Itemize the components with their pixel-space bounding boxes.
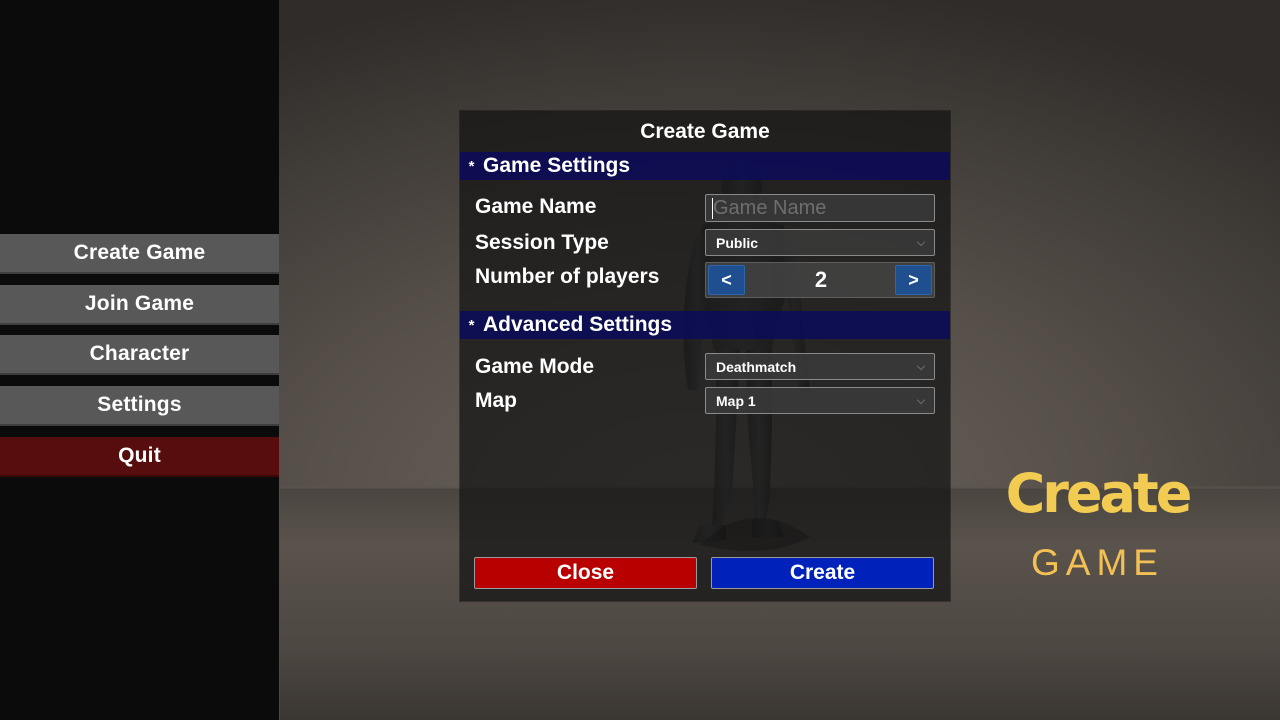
players-increment-button[interactable]: >: [895, 265, 932, 295]
game-mode-label: Game Mode: [475, 355, 595, 378]
players-value: 2: [814, 267, 828, 292]
menu-quit-button[interactable]: Quit: [0, 436, 279, 477]
game-settings-header[interactable]: * Game Settings: [460, 152, 950, 180]
game-settings-label: Game Settings: [483, 154, 631, 177]
session-type-select[interactable]: Public: [705, 229, 935, 256]
session-type-label: Session Type: [475, 231, 609, 254]
menu-join-game-button[interactable]: Join Game: [0, 284, 279, 325]
advanced-settings-header[interactable]: * Advanced Settings: [460, 311, 950, 339]
chevron-down-icon: [916, 361, 926, 371]
menu-settings-button[interactable]: Settings: [0, 386, 279, 427]
create-game-dialog: Create Game * Game Settings Game Name Se…: [460, 111, 950, 601]
brand-title: Create: [1005, 462, 1193, 525]
dialog-title: Create Game: [640, 120, 770, 143]
text-caret: [712, 198, 713, 219]
players-stepper: < 2 >: [705, 262, 935, 298]
game-mode-value: Deathmatch: [716, 358, 797, 375]
menu-create-game-button[interactable]: Create Game: [0, 234, 279, 274]
game-name-input[interactable]: [705, 194, 935, 222]
players-label: Number of players: [475, 265, 660, 288]
close-button[interactable]: Close: [474, 557, 697, 589]
players-decrement-button[interactable]: <: [708, 265, 745, 295]
main-menu: Create Game Join Game Character Settings…: [0, 234, 279, 487]
menu-character-button[interactable]: Character: [0, 335, 279, 376]
brand-subtitle: GAME: [1031, 542, 1164, 583]
advanced-settings-label: Advanced Settings: [483, 313, 673, 336]
map-select[interactable]: Map 1: [705, 387, 935, 414]
game-mode-select[interactable]: Deathmatch: [705, 353, 935, 380]
chevron-down-icon: [916, 395, 926, 405]
game-name-label: Game Name: [475, 195, 597, 218]
chevron-down-icon: [916, 237, 926, 247]
main-menu-sidebar: Create Game Join Game Character Settings…: [0, 0, 279, 720]
create-button[interactable]: Create: [711, 557, 934, 589]
session-type-value: Public: [716, 234, 759, 251]
asterisk-icon: *: [468, 316, 475, 334]
map-label: Map: [475, 389, 517, 412]
asterisk-icon: *: [468, 157, 475, 175]
map-value: Map 1: [716, 392, 756, 409]
